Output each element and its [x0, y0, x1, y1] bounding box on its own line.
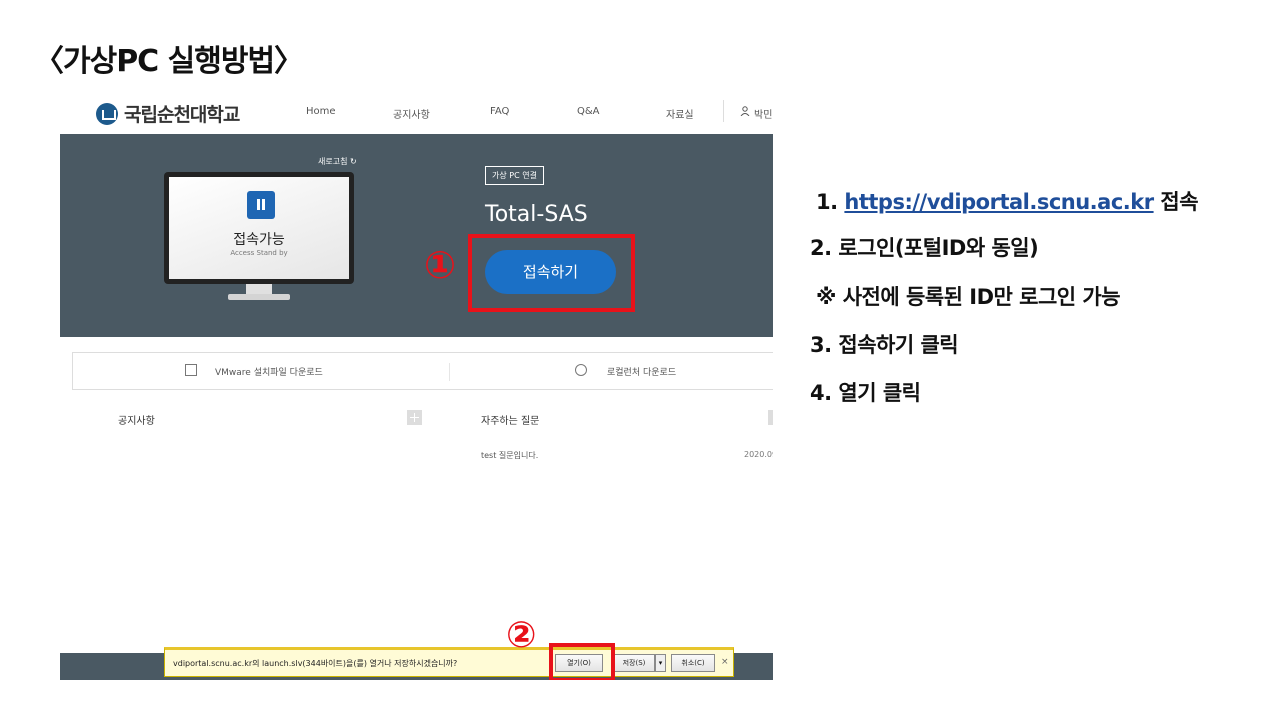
notice-more-plus-icon[interactable] — [407, 410, 422, 425]
faq-more-plus-icon[interactable] — [768, 410, 773, 425]
nav-divider — [723, 100, 724, 122]
university-logo[interactable]: 국립순천대학교 — [96, 100, 240, 127]
faq-board-title: 자주하는 질문 — [481, 416, 540, 427]
close-icon[interactable]: × — [721, 657, 729, 667]
portal-url-link[interactable]: https://vdiportal.scnu.ac.kr — [844, 190, 1154, 214]
cancel-button[interactable]: 취소(C) — [671, 654, 715, 672]
pause-icon — [247, 191, 275, 219]
connection-status: 접속가능 — [233, 232, 285, 248]
step2-highlight-box — [549, 643, 615, 680]
vdi-hero-panel: 새로고침 ↻ 접속가능 Access Stand by 가상 PC 연결 Tot… — [60, 134, 773, 337]
site-header: 국립순천대학교 Home 공지사항 FAQ Q&A 자료실 박민 — [60, 90, 773, 134]
user-name[interactable]: 박민 — [754, 106, 772, 121]
instruction-step-2: 2. 로그인(포털ID와 동일) — [810, 236, 1039, 260]
monitor-illustration: 접속가능 Access Stand by — [164, 172, 354, 284]
step1-highlight-box — [468, 234, 635, 312]
monitor-screen: 접속가능 Access Stand by — [169, 177, 349, 279]
save-button[interactable]: 저장(S) — [613, 654, 655, 672]
service-name: Total-SAS — [485, 202, 588, 227]
faq-list-item[interactable]: test 질문입니다. — [481, 450, 538, 461]
slide-title: 〈가상PC 실행방법〉 — [34, 44, 304, 79]
faq-list-date: 2020.09 — [744, 450, 773, 459]
user-icon[interactable] — [740, 106, 750, 116]
nav-resources[interactable]: 자료실 — [666, 106, 694, 121]
step2-marker: ② — [506, 615, 537, 656]
portal-screenshot: 국립순천대학교 Home 공지사항 FAQ Q&A 자료실 박민 새로고침 ↻ … — [60, 90, 773, 680]
refresh-button[interactable]: 새로고침 ↻ — [318, 156, 357, 167]
notice-board-title: 공지사항 — [118, 416, 155, 427]
nav-faq[interactable]: FAQ — [490, 106, 509, 117]
document-icon — [185, 364, 197, 376]
launcher-icon — [575, 364, 587, 376]
logo-text: 국립순천대학교 — [124, 104, 240, 126]
nav-qna[interactable]: Q&A — [577, 106, 600, 117]
monitor-base — [228, 294, 290, 300]
instruction-step-1: 1. https://vdiportal.scnu.ac.kr 접속 — [816, 186, 1199, 216]
vdi-connect-tag: 가상 PC 연결 — [485, 166, 544, 185]
launcher-download-link[interactable]: 로컬런처 다운로드 — [607, 365, 676, 378]
download-bar: VMware 설치파일 다운로드 로컬런처 다운로드 — [72, 352, 773, 390]
step1-number: 1. — [816, 190, 845, 214]
vmware-download-link[interactable]: VMware 설치파일 다운로드 — [215, 365, 323, 378]
download-divider — [449, 363, 450, 381]
university-emblem-icon — [96, 102, 118, 125]
nav-notice[interactable]: 공지사항 — [393, 106, 430, 121]
instruction-step-3: 3. 접속하기 클릭 — [810, 333, 959, 357]
step1-suffix: 접속 — [1153, 190, 1199, 214]
instruction-note: ※ 사전에 등록된 ID만 로그인 가능 — [816, 285, 1121, 309]
download-notification-bar: vdiportal.scnu.ac.kr의 launch.slv(344바이트)… — [164, 647, 734, 677]
step1-marker: ① — [424, 243, 457, 287]
save-options-dropdown[interactable]: ▾ — [655, 654, 666, 672]
download-prompt-message: vdiportal.scnu.ac.kr의 launch.slv(344바이트)… — [173, 659, 458, 668]
connection-status-sub: Access Stand by — [230, 249, 288, 257]
instruction-step-4: 4. 열기 클릭 — [810, 381, 921, 405]
nav-home[interactable]: Home — [306, 106, 336, 117]
